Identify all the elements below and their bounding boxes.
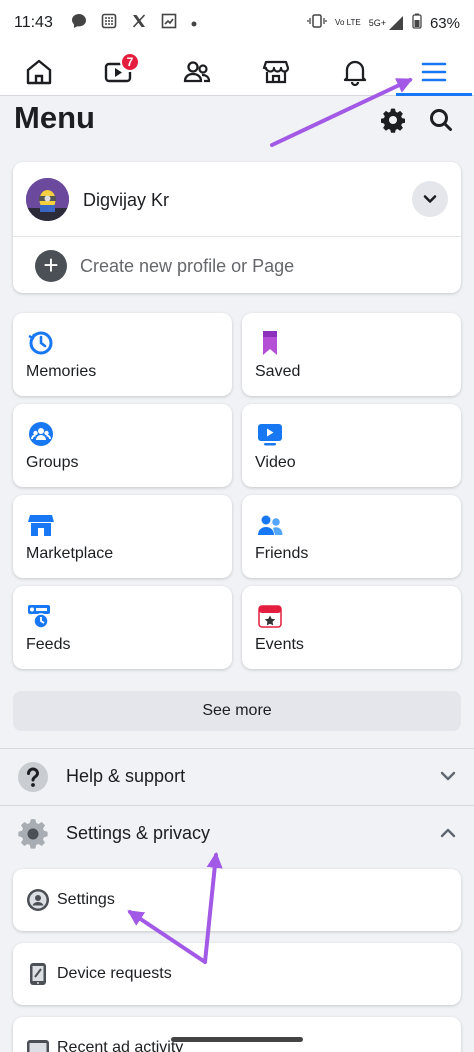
- marketplace-tab[interactable]: [256, 54, 296, 90]
- friends-icon: [258, 515, 283, 535]
- settings-privacy-label: Settings & privacy: [66, 823, 211, 843]
- notifications-tab[interactable]: [335, 54, 375, 90]
- feeds-icon: [28, 605, 50, 629]
- calculator-notification-icon: [101, 13, 117, 34]
- gear-icon: [18, 819, 48, 849]
- x-notification-icon: [131, 13, 147, 34]
- bell-icon: [343, 60, 367, 87]
- status-time: 11:43: [14, 14, 53, 31]
- divider: [13, 236, 461, 237]
- account-settings-icon: [27, 889, 49, 911]
- video-notification-badge: 7: [120, 52, 140, 72]
- see-more-button[interactable]: See more: [13, 691, 461, 731]
- help-icon: [18, 762, 48, 792]
- memories-icon: [28, 331, 53, 355]
- hamburger-icon: [421, 62, 447, 82]
- shortcut-video[interactable]: Video: [242, 404, 461, 487]
- help-support-row[interactable]: Help & support: [0, 749, 474, 805]
- profile-name[interactable]: Digvijay Kr: [83, 190, 169, 211]
- home-icon: [26, 59, 52, 85]
- device-requests-item[interactable]: Device requests: [13, 943, 461, 1005]
- chevron-up-icon: [440, 828, 456, 838]
- chevron-down-icon: [440, 771, 456, 781]
- shortcut-memories[interactable]: Memories: [13, 313, 232, 396]
- shortcut-label: Marketplace: [26, 545, 114, 562]
- video-icon: [258, 424, 282, 446]
- friends-tab[interactable]: [177, 54, 217, 90]
- avatar[interactable]: [26, 178, 69, 221]
- profile-card: Digvijay Kr + Create new profile or Page: [13, 162, 461, 293]
- shortcut-label: Memories: [26, 363, 97, 380]
- menu-tab[interactable]: [414, 54, 454, 90]
- search-button[interactable]: [427, 106, 455, 134]
- settings-privacy-row[interactable]: Settings & privacy: [0, 806, 474, 862]
- battery-percent: 63%: [429, 14, 460, 32]
- more-notifications-dot-icon: [191, 14, 197, 32]
- marketplace-icon: [262, 60, 290, 84]
- switch-profile-button[interactable]: [412, 181, 448, 217]
- status-bar: 11:43 Vo LTE 5G+ 63%: [0, 0, 474, 46]
- gesture-home-bar: [171, 1037, 303, 1042]
- signal-icon: [388, 16, 403, 30]
- shortcut-feeds[interactable]: Feeds: [13, 586, 232, 669]
- volte-indicator: Vo LTE: [335, 18, 361, 27]
- shortcut-label: Groups: [26, 454, 79, 471]
- shortcut-label: Saved: [255, 363, 301, 380]
- vibrate-icon: [307, 13, 327, 33]
- device-icon: [30, 963, 46, 985]
- app-notification-icon: [161, 13, 177, 34]
- ad-activity-icon: [27, 1040, 49, 1052]
- shortcut-saved[interactable]: Saved: [242, 313, 461, 396]
- shortcut-label: Feeds: [26, 636, 71, 653]
- recent-ad-activity-item[interactable]: Recent ad activity: [13, 1017, 461, 1052]
- friends-icon: [183, 61, 211, 83]
- bookmark-icon: [263, 331, 277, 355]
- shortcut-label: Events: [255, 636, 304, 653]
- shortcut-groups[interactable]: Groups: [13, 404, 232, 487]
- top-navigation: 7: [0, 46, 474, 96]
- network-type: 5G+: [368, 18, 386, 28]
- chat-notification-icon: [71, 13, 87, 34]
- shortcut-friends[interactable]: Friends: [242, 495, 461, 578]
- calendar-icon: [258, 605, 282, 628]
- page-title: Menu: [14, 100, 95, 135]
- settings-button[interactable]: [379, 106, 407, 134]
- create-profile-label: Create new profile or Page: [80, 255, 295, 276]
- plus-icon: +: [35, 250, 67, 282]
- shortcut-marketplace[interactable]: Marketplace: [13, 495, 232, 578]
- device-requests-label: Device requests: [57, 965, 172, 982]
- video-tab[interactable]: 7: [98, 52, 140, 90]
- home-tab[interactable]: [19, 54, 59, 90]
- settings-item[interactable]: Settings: [13, 869, 461, 931]
- settings-label: Settings: [57, 891, 115, 908]
- help-support-label: Help & support: [66, 766, 186, 786]
- battery-icon: [412, 13, 422, 33]
- search-icon: [430, 109, 452, 131]
- shortcut-label: Friends: [255, 545, 309, 562]
- groups-icon: [29, 422, 53, 446]
- shortcut-label: Video: [255, 454, 296, 471]
- chevron-down-icon: [423, 195, 437, 203]
- marketplace-icon: [28, 515, 54, 536]
- active-tab-indicator: [396, 93, 472, 96]
- create-profile-button[interactable]: + Create new profile or Page: [35, 250, 294, 282]
- recent-ad-activity-label: Recent ad activity: [57, 1039, 184, 1052]
- shortcut-events[interactable]: Events: [242, 586, 461, 669]
- gear-icon: [381, 108, 405, 133]
